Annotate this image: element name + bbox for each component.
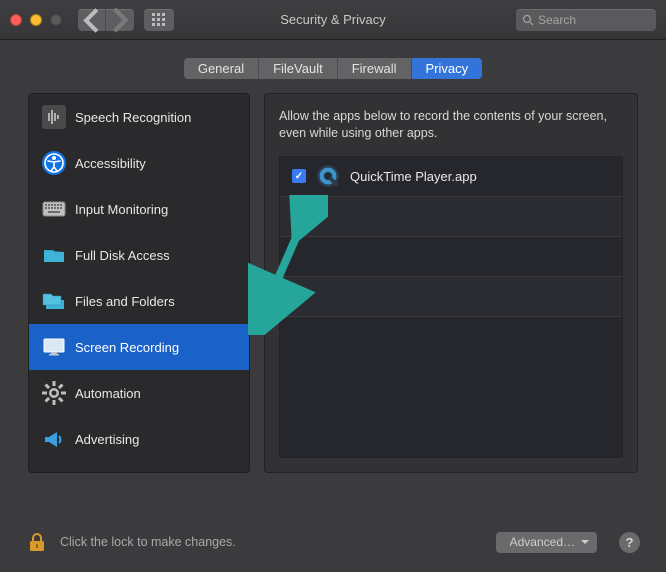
forward-button [106, 9, 134, 31]
folders-icon [41, 288, 67, 314]
sidebar-item-label: Automation [75, 386, 141, 401]
sidebar-item-advertising[interactable]: Advertising [29, 416, 249, 462]
minimize-icon[interactable] [30, 14, 42, 26]
show-all-button[interactable] [144, 9, 174, 31]
tab-bar: General FileVault Firewall Privacy [0, 40, 666, 79]
sidebar-item-automation[interactable]: Automation [29, 370, 249, 416]
help-button[interactable]: ? [619, 532, 640, 553]
sidebar-item-label: Screen Recording [75, 340, 179, 355]
sidebar-item-label: Accessibility [75, 156, 146, 171]
sidebar-item-label: Full Disk Access [75, 248, 170, 263]
tab-filevault[interactable]: FileVault [259, 58, 338, 79]
waveform-icon [41, 104, 67, 130]
app-list[interactable]: ✓ QuickTime Player.app [279, 156, 623, 458]
traffic-lights [10, 14, 62, 26]
lock-icon[interactable] [26, 531, 48, 553]
search-placeholder: Search [538, 13, 576, 27]
sidebar-item-label: Advertising [75, 432, 139, 447]
sidebar-item-files-and-folders[interactable]: Files and Folders [29, 278, 249, 324]
app-row-empty [280, 237, 622, 277]
main-content: Speech Recognition Accessibility Input M… [0, 79, 666, 487]
privacy-sidebar[interactable]: Speech Recognition Accessibility Input M… [28, 93, 250, 473]
megaphone-icon [41, 426, 67, 452]
sidebar-item-analytics[interactable]: Analytics & Improvements [29, 462, 249, 473]
sidebar-item-screen-recording[interactable]: Screen Recording [29, 324, 249, 370]
accessibility-icon [41, 150, 67, 176]
quicktime-icon [316, 164, 340, 188]
app-name: QuickTime Player.app [350, 169, 477, 184]
sidebar-item-label: Files and Folders [75, 294, 175, 309]
gear-icon [41, 380, 67, 406]
tab-firewall[interactable]: Firewall [338, 58, 412, 79]
lock-text: Click the lock to make changes. [60, 535, 236, 549]
footer: Click the lock to make changes. Advanced… [0, 512, 666, 572]
sidebar-item-label: Input Monitoring [75, 202, 168, 217]
tab-general[interactable]: General [184, 58, 259, 79]
description-text: Allow the apps below to record the conte… [279, 108, 623, 142]
tab-privacy[interactable]: Privacy [412, 58, 483, 79]
folder-icon [41, 242, 67, 268]
back-button[interactable] [78, 9, 106, 31]
window-titlebar: Security & Privacy Search [0, 0, 666, 40]
right-pane: Allow the apps below to record the conte… [264, 93, 638, 473]
sidebar-item-label: Speech Recognition [75, 110, 191, 125]
chart-icon [41, 472, 67, 473]
app-row-empty [280, 277, 622, 317]
sidebar-item-accessibility[interactable]: Accessibility [29, 140, 249, 186]
keyboard-icon [41, 196, 67, 222]
display-icon [41, 334, 67, 360]
app-row-empty [280, 317, 622, 457]
search-icon [522, 14, 534, 26]
nav-back-forward [78, 9, 134, 31]
sidebar-item-speech-recognition[interactable]: Speech Recognition [29, 94, 249, 140]
checkbox-checked[interactable]: ✓ [292, 169, 306, 183]
sidebar-item-input-monitoring[interactable]: Input Monitoring [29, 186, 249, 232]
maximize-icon [50, 14, 62, 26]
advanced-button[interactable]: Advanced… [496, 532, 597, 553]
app-row[interactable]: ✓ QuickTime Player.app [280, 157, 622, 197]
search-input[interactable]: Search [516, 9, 656, 31]
app-row-empty [280, 197, 622, 237]
sidebar-item-full-disk-access[interactable]: Full Disk Access [29, 232, 249, 278]
close-icon[interactable] [10, 14, 22, 26]
